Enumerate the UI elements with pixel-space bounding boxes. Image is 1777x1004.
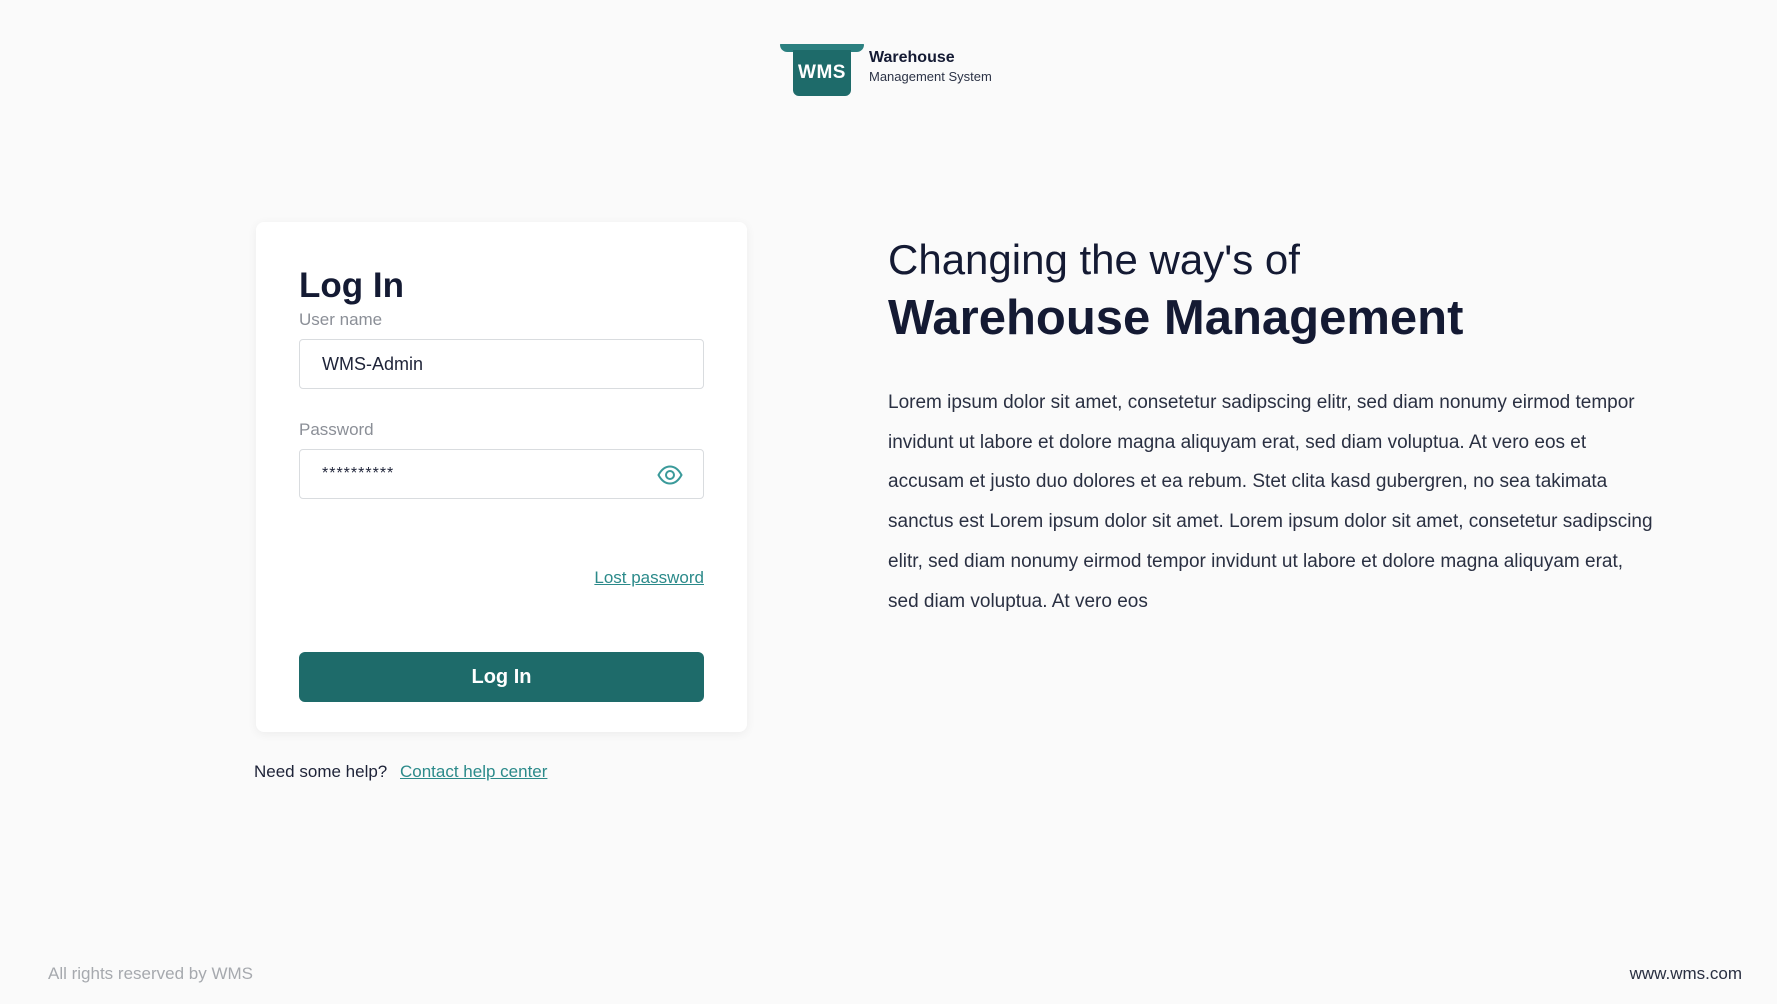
footer-copyright: All rights reserved by WMS bbox=[48, 964, 253, 983]
username-label: User name bbox=[299, 310, 383, 329]
login-title: Log In bbox=[299, 266, 404, 305]
help-section: Need some help? Contact help center bbox=[254, 762, 547, 782]
lost-password-link[interactable]: Lost password bbox=[594, 568, 704, 588]
eye-icon[interactable] bbox=[657, 464, 683, 486]
login-card: Log In User name Password Lost password … bbox=[256, 222, 747, 732]
hero-subheading: Changing the way's of bbox=[888, 236, 1300, 283]
login-page: WMS Warehouse Management System Log In U… bbox=[0, 0, 1777, 1004]
hero-description: Lorem ipsum dolor sit amet, consetetur s… bbox=[888, 392, 1653, 612]
password-label: Password bbox=[299, 420, 374, 439]
logo-text: Warehouse Management System bbox=[869, 48, 992, 86]
username-input[interactable] bbox=[300, 340, 703, 388]
password-field-wrapper bbox=[299, 449, 704, 499]
contact-help-link[interactable]: Contact help center bbox=[400, 762, 547, 781]
logo-title: Warehouse bbox=[869, 49, 955, 66]
logo-subtitle: Management System bbox=[869, 69, 992, 84]
help-prompt: Need some help? bbox=[254, 762, 388, 781]
hero-heading: Warehouse Management bbox=[888, 291, 1464, 345]
logo-badge: WMS bbox=[793, 50, 851, 96]
password-input[interactable] bbox=[300, 450, 703, 498]
footer-website[interactable]: www.wms.com bbox=[1630, 964, 1742, 984]
login-button[interactable]: Log In bbox=[299, 652, 704, 702]
logo-mark: WMS bbox=[780, 44, 864, 98]
username-field-wrapper bbox=[299, 339, 704, 389]
brand-logo: WMS Warehouse Management System bbox=[780, 44, 992, 98]
